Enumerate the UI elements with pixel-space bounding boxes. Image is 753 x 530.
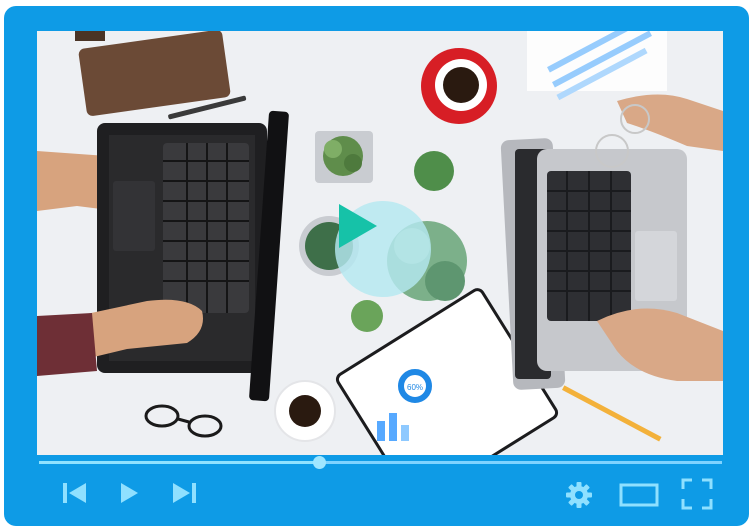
theater-mode-button[interactable] — [619, 483, 659, 512]
fullscreen-icon — [681, 478, 713, 510]
play-icon — [121, 483, 138, 503]
progress-handle[interactable] — [313, 456, 327, 469]
progress-bar[interactable] — [39, 456, 722, 469]
chart-badge-text: 60% — [407, 383, 423, 392]
settings-button[interactable] — [564, 480, 594, 515]
gear-icon — [566, 482, 592, 508]
fullscreen-button[interactable] — [681, 478, 713, 515]
video-frame[interactable]: 60% — [37, 31, 723, 455]
theater-mode-icon — [619, 483, 659, 507]
skip-forward-icon — [173, 483, 196, 503]
play-icon — [339, 204, 377, 248]
progress-fill — [39, 461, 320, 464]
play-button[interactable] — [120, 482, 140, 509]
skip-back-button[interactable] — [62, 482, 88, 509]
skip-back-icon — [63, 483, 86, 503]
video-player: 60% — [4, 6, 749, 526]
center-play-button[interactable] — [335, 201, 431, 297]
skip-forward-button[interactable] — [172, 482, 198, 509]
